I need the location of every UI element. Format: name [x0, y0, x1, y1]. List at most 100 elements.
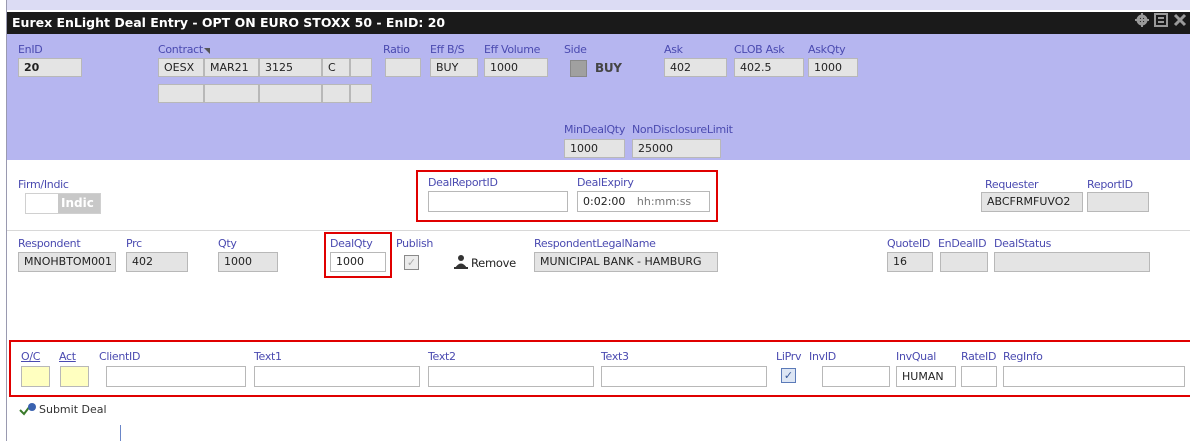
quoteid-field: 16 — [887, 252, 933, 272]
text-cursor — [120, 425, 121, 441]
requester-label: Requester — [985, 178, 1039, 191]
reginfo-label: RegInfo — [1003, 350, 1043, 363]
leg2-extra-field[interactable] — [350, 84, 372, 103]
ask-field: 402 — [664, 58, 727, 77]
oc-input[interactable] — [21, 366, 50, 387]
text2-label: Text2 — [428, 350, 456, 363]
remove-button[interactable]: Remove — [471, 256, 516, 270]
publish-checkbox[interactable]: ✓ — [404, 255, 419, 270]
mindealqty-field: 1000 — [564, 139, 625, 158]
contract-extra-field[interactable] — [350, 58, 372, 77]
toggle-firm-side[interactable] — [26, 194, 58, 213]
act-input[interactable] — [60, 366, 89, 387]
qty-label: Qty — [218, 237, 237, 250]
requester-field: ABCFRMFUVO2 — [981, 192, 1083, 212]
quoteid-label: QuoteID — [887, 237, 931, 250]
dealreportid-label: DealReportID — [428, 176, 498, 189]
firm-indic-toggle[interactable]: Indic — [25, 193, 101, 214]
dealexpiry-input[interactable]: 0:02:00 hh:mm:ss — [577, 191, 710, 212]
contract-strike-field[interactable]: 3125 — [259, 58, 322, 77]
reginfo-input[interactable] — [1003, 366, 1185, 387]
dealexpiry-value: 0:02:00 — [583, 195, 626, 208]
qty-field: 1000 — [218, 252, 278, 272]
submit-deal-button[interactable]: Submit Deal — [19, 402, 107, 416]
text1-input[interactable] — [254, 366, 420, 387]
clobask-label: CLOB Ask — [734, 43, 785, 56]
reportid-field — [1087, 192, 1149, 212]
side-label: Side — [564, 43, 587, 56]
prc-label: Prc — [126, 237, 142, 250]
clobask-field: 402.5 — [734, 58, 804, 77]
publish-label: Publish — [396, 237, 434, 250]
respondent-field: MNOHBTOM001 — [18, 252, 116, 272]
invqual-label: InvQual — [896, 350, 937, 363]
dealreportid-input[interactable] — [428, 191, 568, 212]
contract-cp-field[interactable]: C — [322, 58, 350, 77]
text1-label: Text1 — [254, 350, 282, 363]
top-strip — [7, 0, 1190, 10]
text2-input[interactable] — [428, 366, 594, 387]
side-value: BUY — [595, 61, 622, 75]
firm-indic-label: Firm/Indic — [18, 178, 69, 191]
effvol-field: 1000 — [484, 58, 548, 77]
legalname-field: MUNICIPAL BANK - HAMBURG — [534, 252, 718, 272]
leg2-expiry-field[interactable] — [204, 84, 259, 103]
effvol-label: Eff Volume — [484, 43, 541, 56]
askqty-field: 1000 — [808, 58, 858, 77]
contract-expiry-field[interactable]: MAR21 — [204, 58, 259, 77]
section-divider — [7, 230, 1190, 231]
dealqty-label: DealQty — [330, 237, 373, 250]
enid-field: 20 — [18, 58, 82, 77]
title-bar: Eurex EnLight Deal Entry - OPT ON EURO S… — [7, 12, 1190, 34]
dealexpiry-format-hint: hh:mm:ss — [636, 195, 692, 208]
ratio-label: Ratio — [383, 43, 410, 56]
invid-input[interactable] — [822, 366, 890, 387]
contract-label: Contract — [158, 43, 203, 56]
endealid-label: EnDealID — [938, 237, 987, 250]
ask-label: Ask — [664, 43, 683, 56]
askqty-label: AskQty — [808, 43, 846, 56]
nondisclosure-label: NonDisclosureLimit — [632, 123, 733, 136]
liprv-checkbox[interactable]: ✓ — [781, 368, 796, 383]
rateid-input[interactable] — [961, 366, 997, 387]
leg2-product-field[interactable] — [158, 84, 204, 103]
instrument-header: EnID 20 Contract OESX MAR21 3125 C Ratio… — [7, 34, 1190, 160]
submit-deal-label: Submit Deal — [39, 402, 107, 416]
invid-label: InvID — [809, 350, 836, 363]
rateid-label: RateID — [961, 350, 997, 363]
effbs-field: BUY — [430, 58, 478, 77]
corner-marker-icon — [204, 48, 210, 54]
reportid-label: ReportID — [1087, 178, 1133, 191]
prc-field: 402 — [126, 252, 188, 272]
text3-label: Text3 — [601, 350, 629, 363]
enid-label: EnID — [18, 43, 43, 56]
effbs-label: Eff B/S — [430, 43, 465, 56]
clientid-label: ClientID — [99, 350, 141, 363]
text3-input[interactable] — [601, 366, 767, 387]
nondisclosure-field: 25000 — [632, 139, 721, 158]
respondent-label: Respondent — [18, 237, 81, 250]
leg2-cp-field[interactable] — [322, 84, 350, 103]
oc-label: O/C — [21, 350, 41, 363]
deal-entry-window: Eurex EnLight Deal Entry - OPT ON EURO S… — [6, 0, 1190, 441]
contract-product-field[interactable]: OESX — [158, 58, 204, 77]
window-title: Eurex EnLight Deal Entry - OPT ON EURO S… — [12, 15, 446, 30]
close-icon[interactable] — [1173, 12, 1187, 34]
clientid-input[interactable] — [106, 366, 246, 387]
legalname-label: RespondentLegalName — [534, 237, 656, 250]
act-label: Act — [59, 350, 76, 363]
gear-icon[interactable] — [1135, 12, 1149, 34]
dealstatus-label: DealStatus — [994, 237, 1052, 250]
toggle-indic-side[interactable]: Indic — [58, 194, 100, 213]
endealid-field — [940, 252, 988, 272]
restore-icon[interactable] — [1154, 12, 1168, 34]
remove-user-icon[interactable] — [453, 254, 469, 270]
dealstatus-field — [994, 252, 1150, 272]
leg2-strike-field[interactable] — [259, 84, 322, 103]
ratio-field[interactable] — [385, 58, 421, 77]
dealqty-input[interactable]: 1000 — [330, 252, 386, 272]
title-bar-icons — [1135, 12, 1187, 34]
side-indicator-icon — [570, 60, 587, 77]
invqual-input[interactable]: HUMAN — [896, 366, 956, 387]
submit-deal-icon — [19, 403, 36, 416]
